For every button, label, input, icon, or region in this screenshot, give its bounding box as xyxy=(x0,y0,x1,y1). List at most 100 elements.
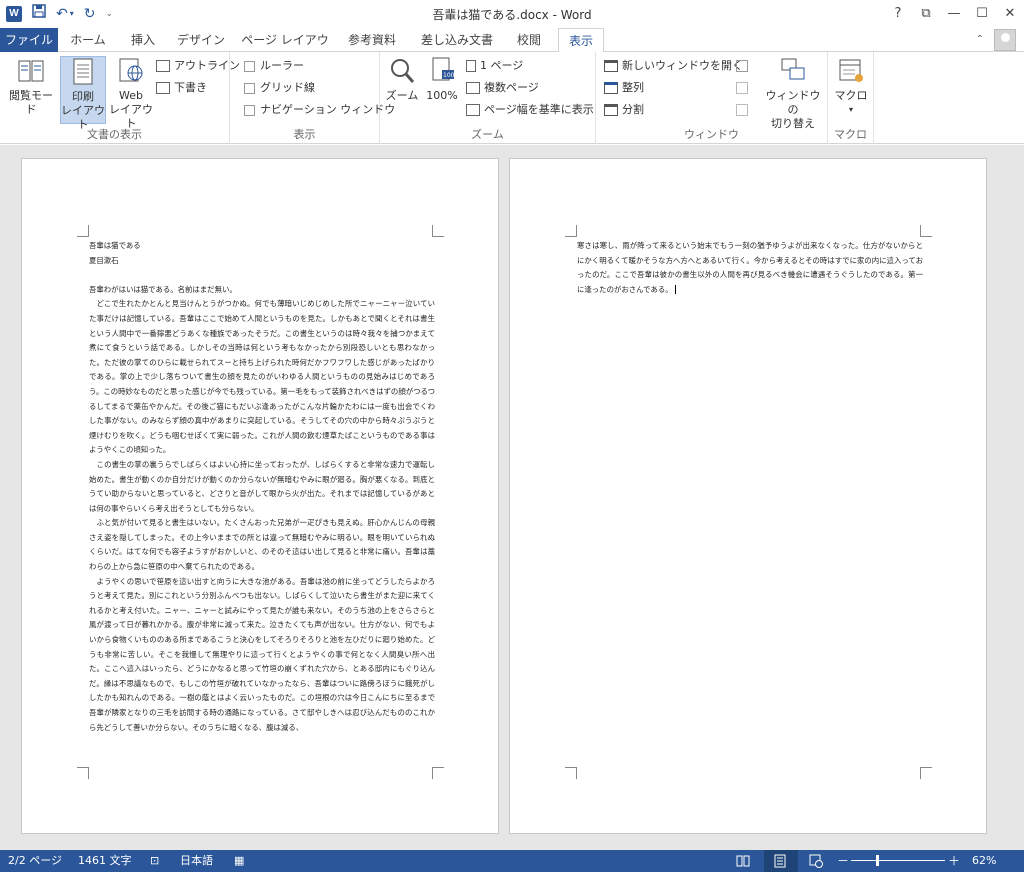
maximize-button[interactable]: ☐ xyxy=(968,0,996,28)
split-icon xyxy=(604,104,618,116)
paragraph: ふと気が付いて見ると書生はいない。たくさんおった兄弟が一疋ぴきも見えぬ。肝心かん… xyxy=(89,518,435,572)
one-page-label: 1 ページ xyxy=(480,59,524,72)
read-mode-label: 閲覧モード xyxy=(9,89,53,116)
zoom-label: ズーム xyxy=(385,89,419,102)
web-layout-button[interactable]: Web レイアウト xyxy=(108,56,154,130)
tab-review[interactable]: 校閲 xyxy=(508,28,550,52)
crop-mark xyxy=(565,767,577,779)
page-count[interactable]: 2/2 ページ xyxy=(8,850,62,872)
ribbon-display-options-icon[interactable]: ⧉ xyxy=(912,0,940,28)
status-bar: 2/2 ページ 1461 文字 ⊡ 日本語 ▦ － ＋ 62% xyxy=(0,850,1024,872)
read-mode-button[interactable]: 閲覧モード xyxy=(4,56,58,122)
read-mode-view-icon[interactable] xyxy=(735,853,751,869)
zoom-level[interactable]: 62% xyxy=(972,850,996,872)
zoom-slider-thumb[interactable] xyxy=(876,855,879,866)
crop-mark xyxy=(565,225,577,237)
tab-mailings[interactable]: 差し込み文書 xyxy=(412,28,502,52)
gridlines-checkbox[interactable]: グリッド線 xyxy=(244,78,315,98)
ruler-check[interactable] xyxy=(244,60,255,72)
draft-label: 下書き xyxy=(174,81,207,94)
collapse-ribbon-icon[interactable]: ⌃ xyxy=(976,34,984,45)
zoom-button[interactable]: ズーム xyxy=(382,56,422,122)
page-1-text[interactable]: 吾輩は猫である 夏目漱石 吾輩わがはいは猫である。名前はまだ無い。 どこで生れた… xyxy=(89,239,435,765)
arrange-all-icon xyxy=(604,82,618,94)
outline-button[interactable]: アウトライン xyxy=(156,56,240,76)
paragraph: 寒さは寒し、雨が降って来るという始末でもう一刻の猶予ゆうよが出来なくなった。仕方… xyxy=(577,241,923,294)
new-window-button[interactable]: 新しいウィンドウを開く xyxy=(604,56,743,76)
paragraph: 吾輩わがはいは猫である。名前はまだ無い。 xyxy=(89,284,237,294)
title-bar: W ↶ ▾ ↻ ⌄ 吾輩は猫である.docx - Word ? ⧉ — ☐ ✕ xyxy=(0,0,1024,28)
group-window: 新しいウィンドウを開く 整列 分割 ウィンドウの 切り替え ウィンドウ xyxy=(596,52,828,144)
macros-button[interactable]: マクロ ▾ xyxy=(832,56,870,122)
one-page-button[interactable]: 1 ページ xyxy=(466,56,523,76)
crop-mark xyxy=(920,225,932,237)
document-area[interactable]: 吾輩は猫である 夏目漱石 吾輩わがはいは猫である。名前はまだ無い。 どこで生れた… xyxy=(0,145,1024,850)
multiple-pages-label: 複数ページ xyxy=(484,81,539,94)
web-layout-view-icon[interactable] xyxy=(808,853,824,869)
gridlines-label: グリッド線 xyxy=(260,81,315,94)
switch-windows-label: ウィンドウの 切り替え xyxy=(765,89,821,130)
split-label: 分割 xyxy=(622,103,644,116)
group-label-zoom: ズーム xyxy=(471,128,504,141)
tab-insert[interactable]: 挿入 xyxy=(120,28,166,52)
page-width-icon xyxy=(466,104,480,116)
tab-page-layout[interactable]: ページ レイアウト xyxy=(238,28,332,71)
tab-file[interactable]: ファイル xyxy=(0,28,58,52)
proofing-icon[interactable]: ⊡ xyxy=(150,850,159,872)
new-window-label: 新しいウィンドウを開く xyxy=(622,59,743,72)
print-layout-view-icon[interactable] xyxy=(772,853,788,869)
tab-view[interactable]: 表示 xyxy=(558,28,604,53)
outline-icon xyxy=(156,60,170,72)
web-layout-label: Web レイアウト xyxy=(109,89,153,130)
group-zoom: ズーム 100 100% 1 ページ 複数ページ ページ幅を基準に表示 ズーム xyxy=(380,52,596,144)
zoom-100-button[interactable]: 100 100% xyxy=(424,56,460,122)
minimize-button[interactable]: — xyxy=(940,0,968,28)
ribbon: 閲覧モード 印刷 レイアウト Web レイアウト アウトライン 下書き 文書の表… xyxy=(0,52,1024,144)
group-label-window: ウィンドウ xyxy=(684,128,739,141)
paragraph: どこで生れたかとんと見当けんとうがつかぬ。何でも薄暗いじめじめした所でニャーニャ… xyxy=(89,299,435,455)
user-avatar[interactable] xyxy=(994,29,1016,51)
group-document-views: 閲覧モード 印刷 レイアウト Web レイアウト アウトライン 下書き 文書の表… xyxy=(0,52,240,144)
word-count[interactable]: 1461 文字 xyxy=(78,850,132,872)
zoom-in-button[interactable]: ＋ xyxy=(948,850,960,872)
switch-windows-icon xyxy=(781,58,805,80)
navigation-pane-checkbox[interactable]: ナビゲーション ウィンドウ xyxy=(244,100,395,120)
zoom-100-label: 100% xyxy=(426,89,458,102)
macro-record-icon[interactable]: ▦ xyxy=(234,850,244,872)
zoom-slider-track[interactable] xyxy=(851,860,945,861)
ribbon-tabs: ファイル ホーム 挿入 デザイン ページ レイアウト 参考資料 差し込み文書 校… xyxy=(0,28,1024,71)
draft-button[interactable]: 下書き xyxy=(156,78,207,98)
zoom-out-button[interactable]: － xyxy=(837,850,849,872)
tab-design[interactable]: デザイン xyxy=(172,28,230,52)
crop-mark xyxy=(920,767,932,779)
tab-home[interactable]: ホーム xyxy=(62,28,114,52)
split-button[interactable]: 分割 xyxy=(604,100,644,120)
window-controls: ? ⧉ — ☐ ✕ xyxy=(884,0,1024,28)
navigation-pane-check[interactable] xyxy=(244,104,255,116)
page-1[interactable]: 吾輩は猫である 夏目漱石 吾輩わがはいは猫である。名前はまだ無い。 どこで生れた… xyxy=(21,158,499,834)
multiple-pages-button[interactable]: 複数ページ xyxy=(466,78,539,98)
language[interactable]: 日本語 xyxy=(180,850,213,872)
page-width-button[interactable]: ページ幅を基準に表示 xyxy=(466,100,594,120)
group-show: ルーラー グリッド線 ナビゲーション ウィンドウ 表示 xyxy=(230,52,395,144)
synchronous-scrolling-icon xyxy=(736,78,752,98)
switch-windows-button[interactable]: ウィンドウの 切り替え xyxy=(762,56,824,130)
help-icon[interactable]: ? xyxy=(884,0,912,28)
ruler-checkbox[interactable]: ルーラー xyxy=(244,56,304,76)
window-title: 吾輩は猫である.docx - Word xyxy=(432,8,592,22)
print-layout-button[interactable]: 印刷 レイアウト xyxy=(60,56,106,131)
crop-mark xyxy=(432,767,444,779)
new-window-icon xyxy=(604,60,618,72)
read-mode-icon xyxy=(18,60,44,82)
tab-references[interactable]: 参考資料 xyxy=(340,28,404,52)
page-2[interactable]: 寒さは寒し、雨が降って来るという始末でもう一刻の猶予ゆうよが出来なくなった。仕方… xyxy=(509,158,987,834)
macros-dropdown-icon[interactable]: ▾ xyxy=(832,103,870,117)
page-2-text[interactable]: 寒さは寒し、雨が降って来るという始末でもう一刻の猶予ゆうよが出来なくなった。仕方… xyxy=(577,239,923,297)
gridlines-check[interactable] xyxy=(244,82,255,94)
view-side-by-side-icon xyxy=(736,56,752,76)
group-label-macros: マクロ xyxy=(834,128,867,141)
arrange-all-button[interactable]: 整列 xyxy=(604,78,644,98)
magnifier-icon xyxy=(391,59,415,83)
close-button[interactable]: ✕ xyxy=(996,0,1024,28)
